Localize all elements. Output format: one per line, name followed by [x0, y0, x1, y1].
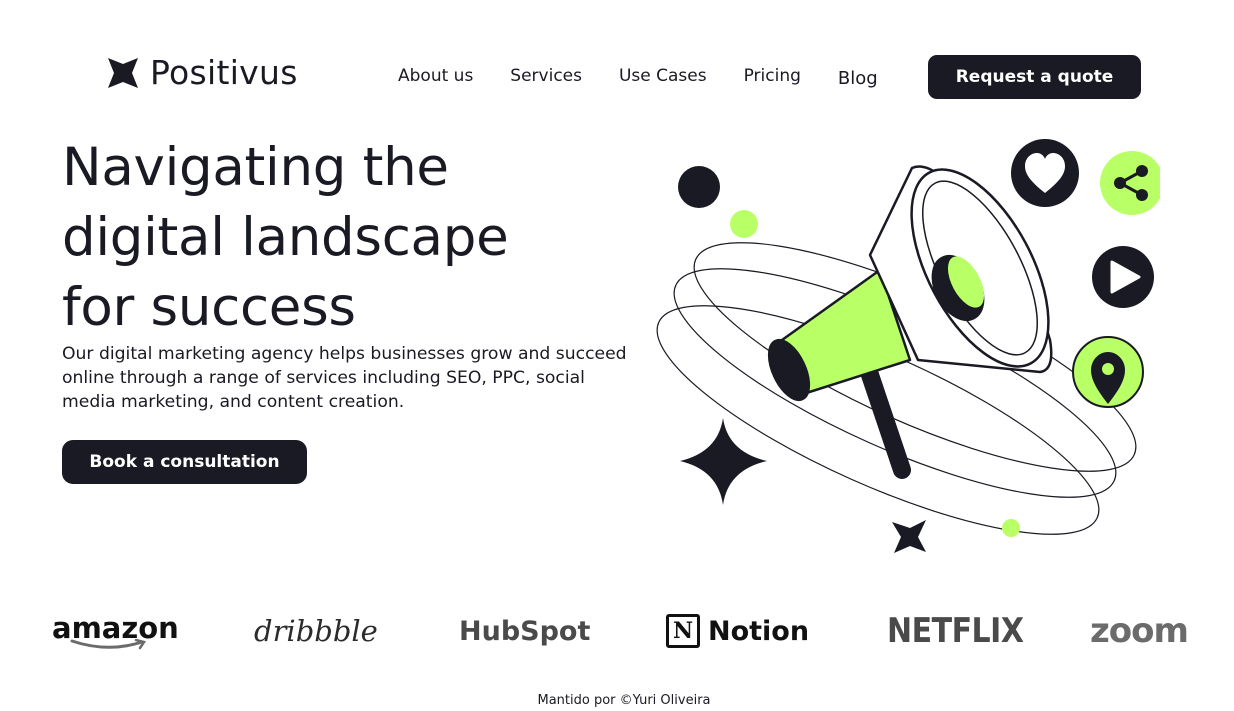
green-dot [730, 210, 758, 238]
nav-pricing[interactable]: Pricing [744, 66, 801, 86]
hero-title-line-1: Navigating the [62, 137, 449, 198]
small-green-dot [1002, 519, 1020, 537]
nav-services[interactable]: Services [510, 66, 582, 86]
main-nav: About us Services Use Cases Pricing Blog [398, 62, 878, 90]
location-pin-icon [1072, 336, 1144, 408]
share-icon [1100, 151, 1160, 215]
logo-text: Positivus [150, 53, 298, 92]
brand-dribbble: dribbble [254, 614, 378, 648]
logo[interactable]: Positivus [106, 53, 298, 92]
hero-title: Navigating the digital landscape for suc… [62, 133, 622, 343]
footer-credit: Mantido por ©Yuri Oliveira [537, 693, 711, 708]
nav-use-cases[interactable]: Use Cases [619, 66, 707, 86]
brand-zoom: zoom [1090, 611, 1189, 651]
black-dot [678, 166, 720, 208]
hero-title-line-2: digital landscape [62, 207, 509, 268]
heart-icon [1011, 139, 1079, 207]
hero-description: Our digital marketing agency helps busin… [62, 344, 627, 412]
nav-blog[interactable]: Blog [838, 68, 878, 89]
brand-notion-text: Notion [708, 615, 810, 647]
brand-notion: N Notion [666, 603, 809, 659]
request-quote-button[interactable]: Request a quote [928, 55, 1141, 99]
brand-netflix: NETFLIX [887, 611, 1024, 651]
hero-illustration [656, 139, 1160, 553]
brand-amazon: amazon [52, 603, 179, 659]
nav-about-us[interactable]: About us [398, 66, 473, 86]
book-consultation-button[interactable]: Book a consultation [62, 440, 307, 484]
sparkle-star-icon [680, 418, 767, 505]
positivus-logo-icon [108, 57, 138, 88]
hero-title-line-3: for success [62, 277, 356, 338]
brand-hubspot: HubSpot [459, 615, 591, 647]
notion-logo-icon: N [666, 614, 700, 648]
amazon-smile-icon [70, 639, 147, 650]
small-star-icon [892, 520, 926, 553]
brand-logos: amazon dribbble HubSpot N Notion NETFLIX… [0, 603, 1234, 659]
play-icon [1092, 246, 1154, 308]
